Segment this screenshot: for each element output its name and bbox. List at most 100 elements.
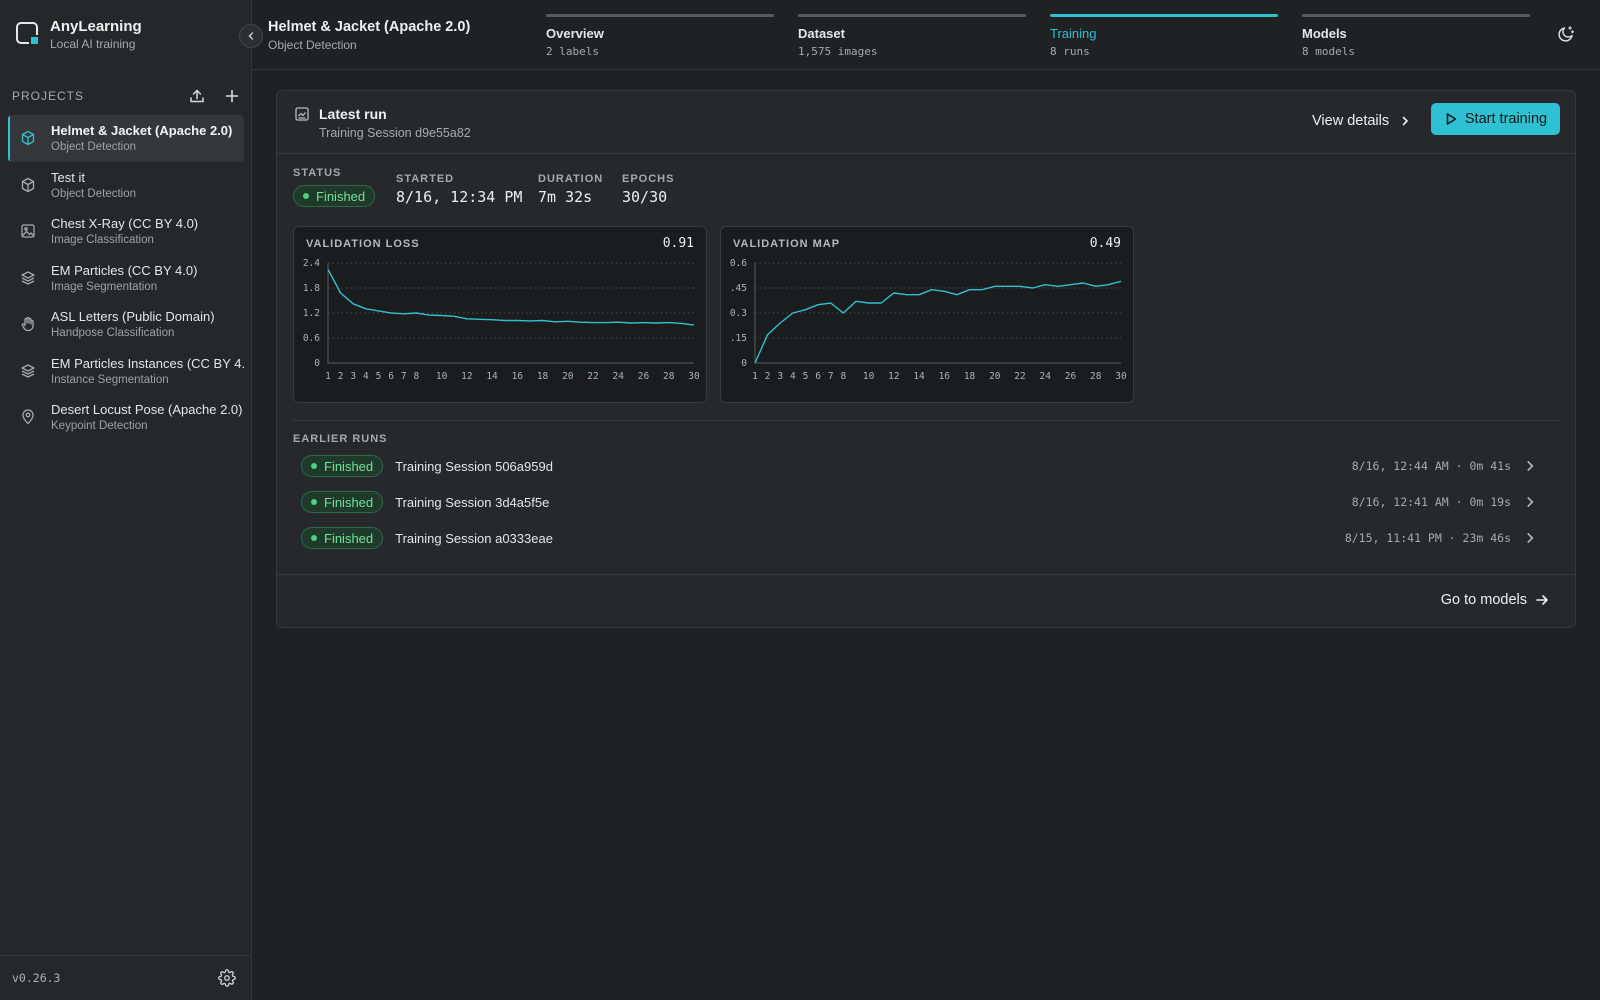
- x-tick-label: 2: [338, 371, 344, 382]
- upload-icon[interactable]: [187, 86, 207, 106]
- x-tick-label: 8: [840, 371, 846, 382]
- view-details-button[interactable]: View details: [1312, 109, 1411, 133]
- latest-run-card: Latest run Training Session d9e55a82 Vie…: [276, 90, 1576, 628]
- page-subtitle: Object Detection: [268, 38, 357, 52]
- tab-dataset[interactable]: Dataset 1,575 images: [798, 14, 1026, 60]
- x-tick-label: 16: [512, 371, 524, 382]
- app-name: AnyLearning: [50, 18, 142, 35]
- earlier-run-row[interactable]: Finished Training Session 3d4a5f5e 8/16,…: [301, 484, 1537, 520]
- sidebar: AnyLearning Local AI training PROJECTS H…: [0, 0, 252, 1000]
- tab-training[interactable]: Training 8 runs: [1050, 14, 1278, 60]
- project-title: Chest X-Ray (CC BY 4.0): [51, 216, 199, 232]
- project-title: ASL Letters (Public Domain): [51, 309, 215, 325]
- cube-icon: [21, 131, 35, 146]
- card-footer: Go to models: [277, 574, 1575, 627]
- projects-header: PROJECTS: [12, 88, 240, 104]
- x-tick-label: 14: [486, 371, 498, 382]
- duration-stat: DURATION 7m 32s: [538, 173, 604, 206]
- app-logo-icon: [16, 22, 40, 46]
- project-type: Image Segmentation: [51, 280, 158, 293]
- earlier-run-row[interactable]: Finished Training Session a0333eae 8/15,…: [301, 520, 1537, 556]
- go-to-models-button[interactable]: Go to models: [1441, 592, 1549, 608]
- tab-overview[interactable]: Overview 2 labels: [546, 14, 774, 60]
- x-tick-label: 30: [688, 371, 700, 382]
- x-tick-label: 24: [613, 371, 625, 382]
- project-title: Test it: [51, 169, 85, 185]
- x-tick-label: 5: [376, 371, 382, 382]
- x-tick-label: 7: [401, 371, 407, 382]
- y-tick-label: 1.8: [303, 283, 320, 294]
- started-stat: STARTED 8/16, 12:34 PM: [396, 173, 523, 206]
- x-tick-label: 20: [989, 371, 1001, 382]
- gear-icon[interactable]: [218, 969, 236, 987]
- y-tick-label: 0: [314, 358, 320, 369]
- x-tick-label: 26: [1065, 371, 1077, 382]
- sidebar-footer: v0.26.3: [0, 955, 252, 1000]
- run-meta: 8/16, 12:44 AM · 0m 41s: [1351, 459, 1511, 473]
- hand-icon: [21, 317, 34, 332]
- app-version: v0.26.3: [12, 971, 61, 985]
- epochs-stat: EPOCHS 30/30: [622, 173, 675, 206]
- chevron-right-icon: [1527, 497, 1534, 507]
- y-tick-label: .15: [730, 333, 747, 344]
- x-tick-label: 7: [828, 371, 834, 382]
- brand[interactable]: AnyLearning Local AI training: [16, 18, 142, 51]
- project-item[interactable]: EM Particles Instances (CC BY 4.0) Insta…: [8, 348, 244, 395]
- x-tick-label: 28: [1090, 371, 1102, 382]
- loss-chart-plot: 2.41.81.20.601 2 3 4 5 6 7 8 10 12 14 16 18 20 22 24 26 2…: [303, 258, 700, 382]
- status-stat: STATUS Finished: [293, 167, 376, 207]
- layers-icon: [21, 271, 35, 285]
- x-tick-label: 24: [1040, 371, 1052, 382]
- project-type: Instance Segmentation: [51, 373, 169, 386]
- x-tick-label: 8: [413, 371, 419, 382]
- validation-map-chart: VALIDATION MAP 0.49 0.6.45 0.3.15 0 1 2 3 4 5 6 7…: [720, 226, 1134, 403]
- x-tick-label: 28: [663, 371, 675, 382]
- project-item[interactable]: Chest X-Ray (CC BY 4.0) Image Classifica…: [8, 208, 244, 255]
- divider: [293, 420, 1561, 421]
- project-item[interactable]: Test it Object Detection: [8, 162, 244, 209]
- x-tick-label: 10: [436, 371, 448, 382]
- validation-loss-chart: VALIDATION LOSS 0.91 2.4 1.8 1.2 0.6 0 1 2 3 4 5 6…: [293, 226, 707, 403]
- project-list: Helmet & Jacket (Apache 2.0) Object Dete…: [8, 115, 244, 441]
- status-badge: Finished: [301, 491, 384, 513]
- latest-run-title: Latest run: [319, 106, 387, 122]
- image-icon: [21, 224, 35, 238]
- x-tick-label: 10: [863, 371, 875, 382]
- x-tick-label: 2: [765, 371, 771, 382]
- card-header: Latest run Training Session d9e55a82 Vie…: [277, 91, 1575, 154]
- tab-models[interactable]: Models 8 models: [1302, 14, 1530, 60]
- project-title: Helmet & Jacket (Apache 2.0): [51, 123, 233, 139]
- series-line: [327, 268, 695, 326]
- x-tick-label: 6: [388, 371, 394, 382]
- y-tick-label: 0.3: [730, 308, 747, 319]
- earlier-run-row[interactable]: Finished Training Session 506a959d 8/16,…: [301, 448, 1537, 484]
- chevron-right-icon: [1527, 461, 1534, 471]
- project-item[interactable]: Desert Locust Pose (Apache 2.0) Keypoint…: [8, 394, 244, 441]
- project-item[interactable]: ASL Letters (Public Domain) Handpose Cla…: [8, 301, 244, 348]
- y-tick-label: 0.6: [303, 333, 320, 344]
- project-type: Keypoint Detection: [51, 420, 148, 433]
- x-tick-label: 26: [638, 371, 650, 382]
- collapse-sidebar-button[interactable]: [239, 24, 263, 48]
- project-item[interactable]: EM Particles (CC BY 4.0) Image Segmentat…: [8, 255, 244, 302]
- header: Helmet & Jacket (Apache 2.0) Object Dete…: [252, 0, 1600, 70]
- x-tick-label: 18: [964, 371, 976, 382]
- play-icon: [1446, 113, 1457, 125]
- x-tick-label: 12: [888, 371, 899, 382]
- add-project-icon[interactable]: [222, 86, 242, 106]
- arrow-right-icon: [1536, 595, 1548, 605]
- x-tick-label: 1: [325, 371, 331, 382]
- projects-label: PROJECTS: [12, 89, 85, 103]
- x-tick-label: 22: [1014, 371, 1025, 382]
- project-title: Desert Locust Pose (Apache 2.0): [51, 402, 243, 418]
- cube-icon: [21, 177, 35, 192]
- y-tick-label: .45: [730, 283, 747, 294]
- run-meta: 8/16, 12:41 AM · 0m 19s: [1351, 495, 1511, 509]
- x-tick-label: 1: [752, 371, 758, 382]
- start-training-button[interactable]: Start training: [1431, 103, 1560, 135]
- theme-toggle-icon[interactable]: [1556, 24, 1576, 44]
- y-tick-label: 2.4: [303, 258, 320, 269]
- earlier-runs-label: EARLIER RUNS: [293, 433, 388, 445]
- project-item[interactable]: Helmet & Jacket (Apache 2.0) Object Dete…: [8, 115, 244, 162]
- run-name: Training Session a0333eae: [395, 530, 553, 546]
